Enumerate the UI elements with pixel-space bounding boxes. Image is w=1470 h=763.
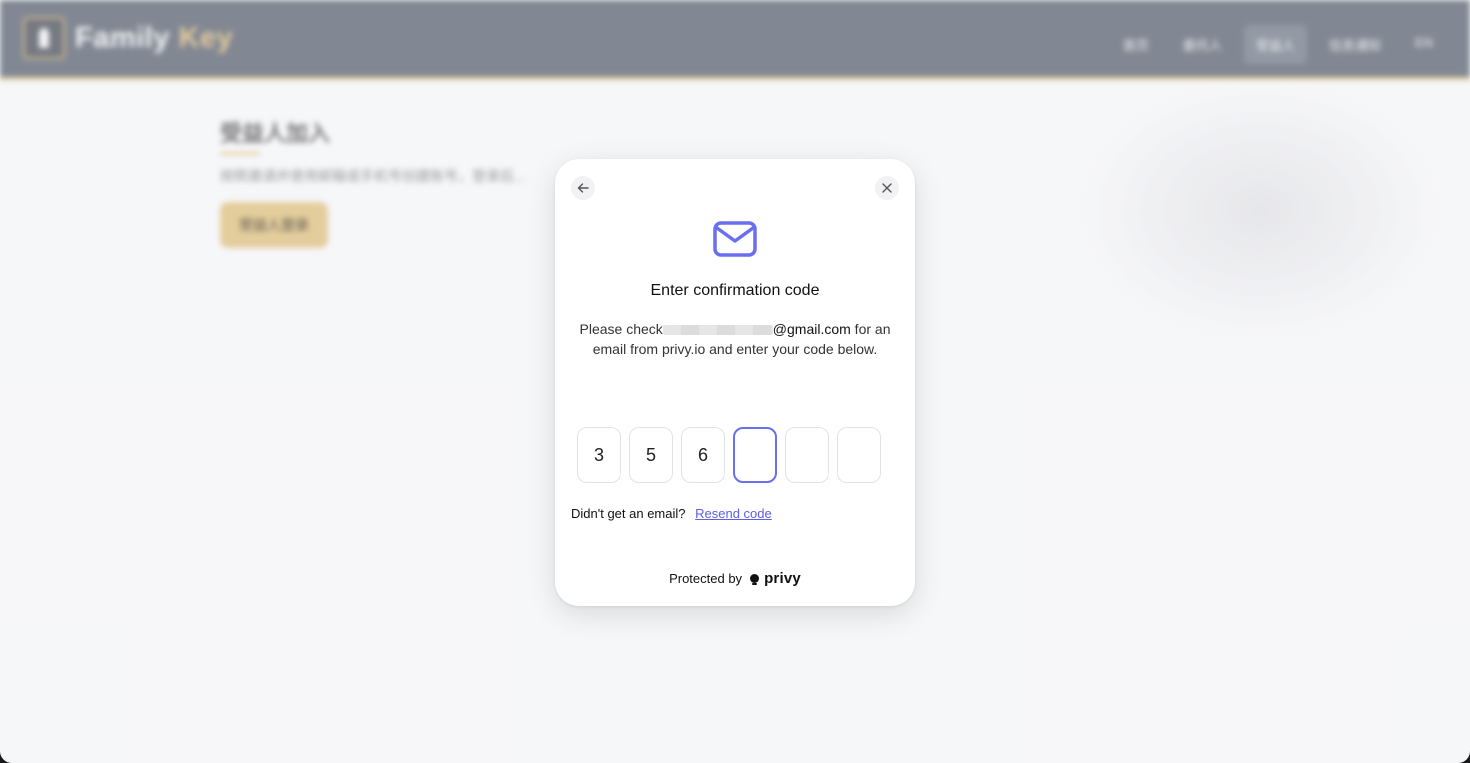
code-digit-1[interactable]: 3: [577, 427, 621, 483]
code-digit-5[interactable]: [785, 427, 829, 483]
code-digit-6[interactable]: [837, 427, 881, 483]
protected-by-text: Protected by: [669, 571, 743, 586]
modal-description: Please check @gmail.com for an email from…: [575, 319, 895, 359]
confirmation-modal: Enter confirmation code Please check @gma…: [555, 159, 915, 606]
close-icon: [882, 183, 892, 193]
close-button[interactable]: [875, 176, 899, 200]
desc-prefix: Please check: [579, 321, 663, 337]
mail-icon: [713, 221, 757, 257]
code-digit-3[interactable]: 6: [681, 427, 725, 483]
no-email-text: Didn't get an email?: [571, 506, 686, 521]
code-digit-4[interactable]: [733, 427, 777, 483]
email-domain: @gmail.com: [772, 321, 851, 337]
privy-mark-icon: [750, 574, 760, 585]
redacted-email-user: [662, 325, 773, 336]
arrow-left-icon: [577, 183, 589, 193]
browser-window: Family Key 首页 委托人 受益人 信息通知 EN 受益人加入 按照邀请…: [0, 0, 1470, 763]
privy-brand-text: privy: [764, 570, 801, 587]
privy-logo[interactable]: privy: [750, 570, 801, 587]
protected-by-footer: Protected by privy: [555, 570, 915, 587]
code-digit-2[interactable]: 5: [629, 427, 673, 483]
resend-row: Didn't get an email? Resend code: [571, 506, 772, 521]
modal-title: Enter confirmation code: [650, 282, 820, 299]
back-button[interactable]: [571, 176, 595, 200]
resend-code-link[interactable]: Resend code: [695, 506, 772, 521]
code-input-row: 3 5 6: [577, 427, 881, 483]
